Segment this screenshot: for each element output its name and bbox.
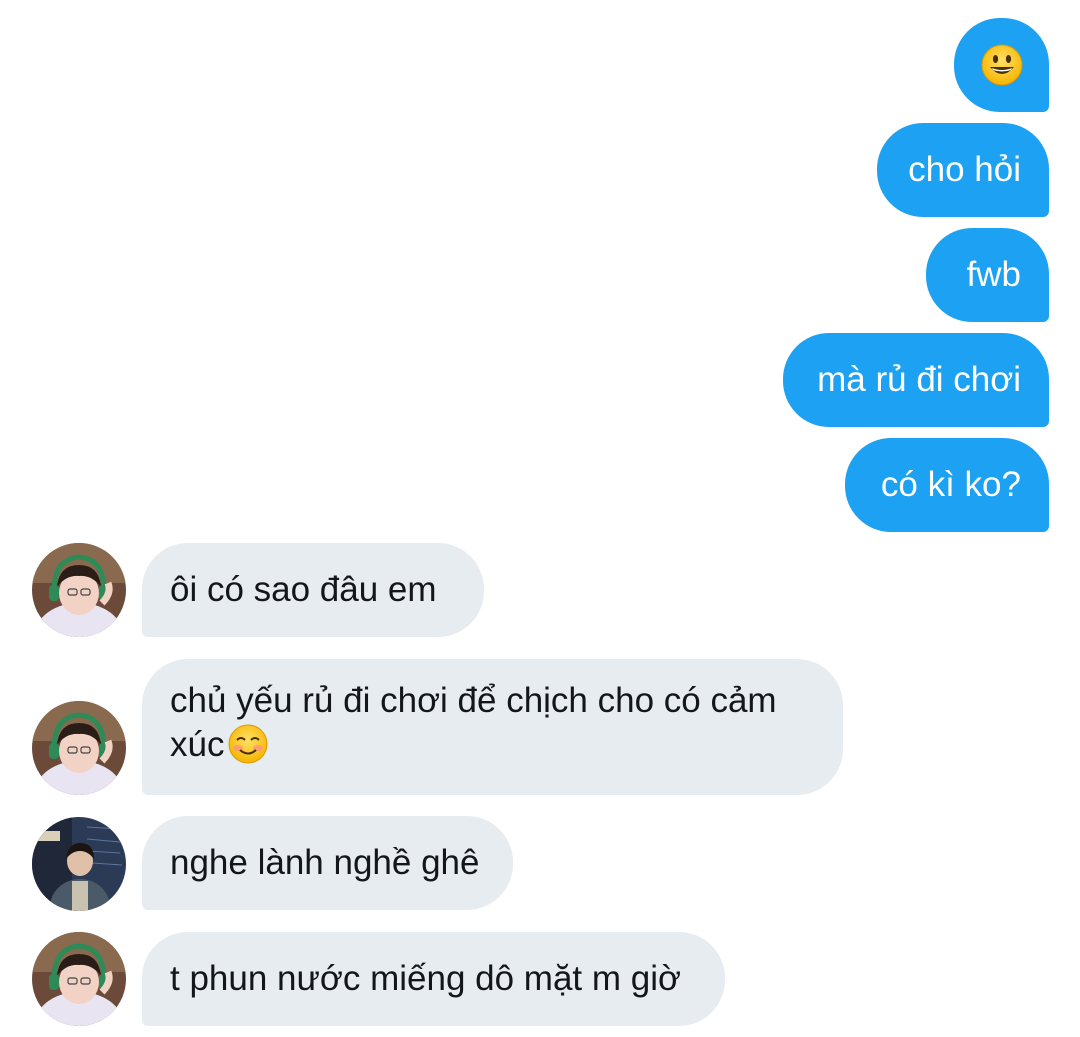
smiling-face-emoji — [228, 724, 268, 764]
sent-message[interactable]: có kì ko? — [845, 438, 1049, 532]
message-text: cho hỏi — [908, 150, 1021, 189]
message-text: có kì ko? — [880, 465, 1021, 504]
received-message[interactable]: chủ yếu rủ đi chơi để chịch cho có cảm x… — [142, 659, 843, 795]
sent-message[interactable]: mà rủ đi chơi — [783, 333, 1049, 427]
received-message[interactable]: ôi có sao đâu em — [142, 543, 484, 637]
avatar-headphones[interactable] — [32, 543, 126, 637]
sent-message-emoji[interactable] — [954, 18, 1049, 112]
message-text: t phun nước miếng dô mặt m giờ — [170, 959, 681, 998]
sent-message[interactable]: cho hỏi — [877, 123, 1049, 217]
message-text: fwb — [966, 255, 1021, 294]
received-message[interactable]: nghe lành nghề ghê — [142, 816, 513, 910]
received-message[interactable]: t phun nước miếng dô mặt m giờ — [142, 932, 725, 1026]
message-text: nghe lành nghề ghê — [170, 843, 480, 882]
avatar-jacket[interactable] — [32, 817, 126, 911]
avatar-headphones[interactable] — [32, 932, 126, 1026]
sent-message[interactable]: fwb — [926, 228, 1049, 322]
grinning-face-emoji — [981, 44, 1022, 86]
avatar-headphones[interactable] — [32, 701, 126, 795]
message-text: ôi có sao đâu em — [170, 570, 437, 609]
conversation-thread: cho hỏi fwb mà rủ đi chơi có kì ko? ôi c… — [0, 0, 1080, 1037]
message-text: mà rủ đi chơi — [817, 360, 1021, 399]
